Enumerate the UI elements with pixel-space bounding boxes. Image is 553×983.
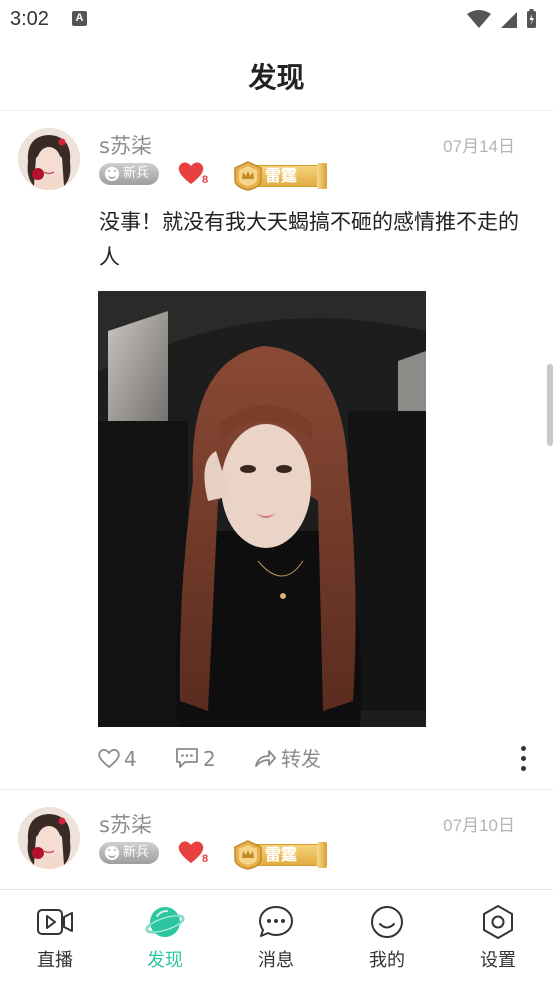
nav-label-mine: 我的 bbox=[369, 950, 405, 971]
like-button[interactable]: 4 bbox=[97, 745, 147, 773]
profile-smile-icon bbox=[371, 906, 403, 938]
crown-shield-icon bbox=[234, 840, 262, 870]
like-count: 4 bbox=[124, 747, 137, 771]
heart-icon bbox=[178, 162, 204, 184]
avatar[interactable] bbox=[18, 128, 80, 190]
avatar[interactable] bbox=[18, 807, 80, 869]
wifi-icon bbox=[467, 10, 491, 28]
heart-count: 8 bbox=[202, 853, 209, 865]
level-badge: 雷霆 bbox=[233, 161, 327, 191]
comment-icon bbox=[176, 748, 198, 768]
heart-count: 8 bbox=[202, 174, 209, 186]
message-icon bbox=[259, 906, 293, 937]
rank-badge-label: 新兵 bbox=[123, 845, 150, 860]
nav-label-discover: 发现 bbox=[147, 950, 183, 971]
feed-post: s苏柒 07月14日 新兵 8 雷霆 没事！就没有我大天蝎搞不砸的感情推不走的人 bbox=[0, 111, 553, 790]
heart-icon bbox=[178, 841, 204, 863]
post-date: 07月14日 bbox=[443, 137, 515, 156]
comment-count: 2 bbox=[203, 747, 216, 771]
feed-post: s苏柒 07月10日 新兵 8 雷霆 bbox=[0, 790, 553, 889]
nav-label-settings: 设置 bbox=[480, 950, 516, 971]
heart-outline-icon bbox=[98, 748, 120, 769]
post-text: 没事！就没有我大天蝎搞不砸的感情推不走的人 bbox=[99, 210, 519, 269]
nav-item-discover[interactable]: 发现 bbox=[110, 890, 220, 983]
status-time: 3:02 bbox=[10, 8, 49, 30]
more-options-icon[interactable] bbox=[519, 743, 527, 775]
bottom-nav: 直播 发现 消息 我的 设置 bbox=[0, 889, 553, 983]
feed-scrollbar[interactable] bbox=[547, 364, 553, 446]
heart-badge: 8 bbox=[177, 839, 211, 869]
rank-badge: 新兵 bbox=[99, 842, 159, 864]
live-video-icon bbox=[37, 909, 73, 935]
level-badge-label: 雷霆 bbox=[265, 845, 298, 864]
rank-badge: 新兵 bbox=[99, 163, 159, 185]
nav-item-live[interactable]: 直播 bbox=[0, 890, 110, 983]
crown-shield-icon bbox=[234, 161, 262, 191]
notification-a-icon: A bbox=[72, 11, 87, 26]
feed-list[interactable]: s苏柒 07月14日 新兵 8 雷霆 没事！就没有我大天蝎搞不砸的感情推不走的人 bbox=[0, 111, 553, 889]
smile-icon bbox=[105, 846, 119, 860]
page-title: 发现 bbox=[248, 61, 305, 94]
status-icons bbox=[467, 9, 536, 28]
post-image[interactable] bbox=[98, 291, 426, 727]
username[interactable]: s苏柒 bbox=[99, 130, 152, 160]
comment-button[interactable]: 2 bbox=[175, 745, 225, 773]
nav-item-mine[interactable]: 我的 bbox=[332, 890, 442, 983]
rank-badge-label: 新兵 bbox=[123, 166, 150, 181]
nav-label-messages: 消息 bbox=[258, 950, 294, 971]
settings-icon bbox=[483, 905, 513, 939]
share-label: 转发 bbox=[281, 747, 321, 771]
signal-icon bbox=[501, 12, 517, 28]
nav-label-live: 直播 bbox=[37, 950, 73, 971]
share-button[interactable]: 转发 bbox=[253, 745, 333, 773]
page-header: 发现 bbox=[0, 40, 553, 111]
nav-item-messages[interactable]: 消息 bbox=[221, 890, 331, 983]
status-bar: 3:02 A bbox=[0, 0, 553, 40]
post-actions: 4 2 转发 bbox=[0, 741, 553, 777]
smile-icon bbox=[105, 167, 119, 181]
post-date: 07月10日 bbox=[443, 816, 515, 835]
level-badge: 雷霆 bbox=[233, 840, 327, 870]
nav-item-settings[interactable]: 设置 bbox=[443, 890, 553, 983]
share-icon bbox=[255, 750, 276, 767]
heart-badge: 8 bbox=[177, 160, 211, 190]
username[interactable]: s苏柒 bbox=[99, 809, 152, 839]
discover-planet-icon bbox=[145, 907, 185, 937]
level-badge-label: 雷霆 bbox=[265, 166, 298, 185]
